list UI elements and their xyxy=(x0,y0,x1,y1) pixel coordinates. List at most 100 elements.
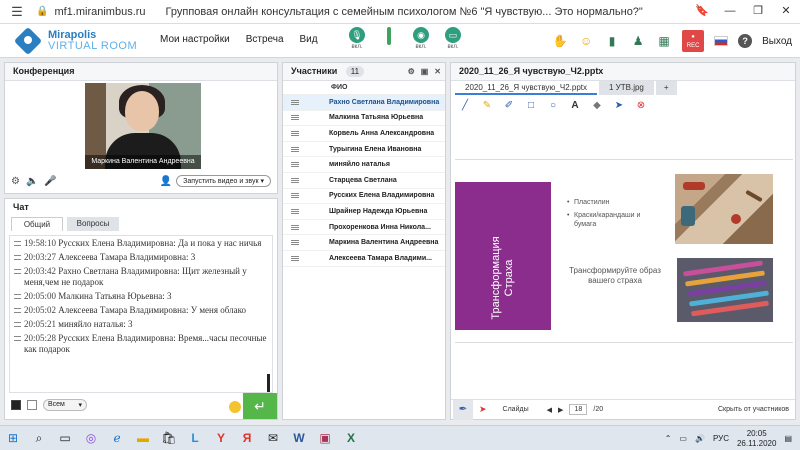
text-tool-icon[interactable]: A xyxy=(569,100,581,111)
page-input[interactable]: 18 xyxy=(569,404,588,415)
clear-icon[interactable]: ⊗ xyxy=(635,100,647,111)
popout-icon[interactable]: ▣ xyxy=(421,63,429,80)
highlighter-icon[interactable]: ✎ xyxy=(481,100,493,111)
yandex-icon[interactable]: Я xyxy=(234,426,260,450)
notifications-icon[interactable]: ▤ xyxy=(784,434,792,443)
cursor-icon[interactable]: ➤ xyxy=(479,404,487,415)
address-url[interactable]: mf1.miranimbus.ru xyxy=(54,6,145,18)
network-icon[interactable]: ▭ xyxy=(679,434,687,443)
eraser-icon[interactable]: ◆ xyxy=(591,100,603,111)
menu-item-settings[interactable]: Мои настройки xyxy=(160,34,230,45)
drag-handle-icon[interactable] xyxy=(291,162,299,168)
excel-icon[interactable]: X xyxy=(338,426,364,450)
background-color-icon[interactable] xyxy=(27,400,37,410)
participant-row[interactable]: Шрайнер Надежда Юрьевна xyxy=(283,204,445,220)
participant-row[interactable]: Старцева Светлана xyxy=(283,173,445,189)
chevron-up-icon[interactable]: ⌃ xyxy=(665,434,672,443)
emoji-picker-icon[interactable] xyxy=(229,401,241,413)
drag-handle-icon[interactable] xyxy=(291,130,299,136)
tab-questions[interactable]: Вопросы xyxy=(67,217,119,231)
screen-share-toggle[interactable]: ▭ вкл. xyxy=(442,27,464,50)
minimize-button[interactable]: — xyxy=(716,0,744,24)
search-icon[interactable]: ⌕ xyxy=(26,426,52,450)
exit-button[interactable]: Выход xyxy=(762,36,792,47)
tab-pptx[interactable]: 2020_11_26_Я чувствую_Ч2.pptx xyxy=(455,81,597,95)
drag-handle-icon[interactable] xyxy=(291,224,299,230)
volume-slider[interactable] xyxy=(387,27,391,45)
raise-hand-icon[interactable]: ✋ xyxy=(552,33,568,49)
ellipse-icon[interactable]: ○ xyxy=(547,100,559,111)
drag-handle-icon[interactable] xyxy=(291,255,299,261)
participant-row[interactable]: Турыгина Елена Ивановна xyxy=(283,142,445,158)
participant-row[interactable]: миняйло наталья xyxy=(283,157,445,173)
mail-icon[interactable]: ✉ xyxy=(260,426,286,450)
alice-icon[interactable]: ◎ xyxy=(78,426,104,450)
participants-icon[interactable]: ♟ xyxy=(630,33,646,49)
participant-row[interactable]: Корвель Анна Александровна xyxy=(283,126,445,142)
pen-icon[interactable]: ✐ xyxy=(503,100,515,111)
help-icon[interactable]: ? xyxy=(738,34,753,48)
participant-row[interactable]: Рахно Светлана Владимировна xyxy=(283,95,445,111)
pointer-icon[interactable]: ➤ xyxy=(613,100,625,111)
task-view-icon[interactable]: ▭ xyxy=(52,426,78,450)
drag-handle-icon[interactable] xyxy=(291,177,299,183)
participant-row[interactable]: Русских Елена Владимировна xyxy=(283,189,445,205)
close-icon[interactable]: ✕ xyxy=(434,63,441,80)
stats-icon[interactable]: ▮ xyxy=(604,33,620,49)
gear-icon[interactable]: ⚙ xyxy=(408,63,415,80)
language-indicator[interactable]: РУС xyxy=(713,434,729,443)
participant-row[interactable]: Алексеева Тамара Владими... xyxy=(283,251,445,267)
webcam-settings-icon[interactable]: ⚙ xyxy=(11,176,20,187)
edge-icon[interactable]: ℯ xyxy=(104,426,130,450)
drag-handle-icon[interactable] xyxy=(291,208,299,214)
drag-handle-icon[interactable] xyxy=(291,99,299,105)
camera-toggle[interactable]: ◉ вкл. xyxy=(410,27,432,50)
next-slide-icon[interactable]: ▶ xyxy=(558,406,563,414)
rectangle-icon[interactable]: □ xyxy=(525,100,537,111)
recipient-select[interactable]: Всем ▾ xyxy=(43,399,87,411)
prev-slide-icon[interactable]: ◀ xyxy=(547,406,552,414)
word-icon[interactable]: W xyxy=(286,426,312,450)
mic-settings-icon[interactable]: 🎤 xyxy=(44,176,56,187)
clock[interactable]: 20:05 26.11.2020 xyxy=(737,429,776,449)
bookmark-icon[interactable]: 🔖 xyxy=(688,0,716,24)
store-icon[interactable]: 🛍 xyxy=(156,426,182,450)
drag-handle-icon[interactable] xyxy=(291,193,299,199)
tab-jpg[interactable]: 1 УТВ.jpg xyxy=(599,81,654,95)
russian-flag-icon[interactable] xyxy=(714,36,729,46)
column-header-name[interactable]: ФИО xyxy=(283,81,445,95)
drag-handle-icon[interactable] xyxy=(291,146,299,152)
speaker-icon[interactable]: 🔈 xyxy=(26,176,38,187)
participant-row[interactable]: Прохоренкова Инна Никола... xyxy=(283,220,445,236)
tab-general[interactable]: Общий xyxy=(11,217,63,231)
windows-start-icon[interactable]: ⊞ xyxy=(0,426,26,450)
add-tab-button[interactable]: + xyxy=(655,81,677,95)
layout-icon[interactable]: ▦ xyxy=(656,33,672,49)
participant-row[interactable]: Малкина Татьяна Юрьевна xyxy=(283,111,445,127)
hide-from-participants-link[interactable]: Скрыть от участников xyxy=(718,406,789,413)
photo-icon[interactable]: ▣ xyxy=(312,426,338,450)
text-color-icon[interactable] xyxy=(11,400,21,410)
volume-icon[interactable]: 🔊 xyxy=(695,434,705,443)
chat-scrollbar[interactable] xyxy=(267,374,270,392)
maximize-button[interactable]: ❐ xyxy=(744,0,772,24)
send-button[interactable]: ↵ xyxy=(243,393,277,419)
microphone-level[interactable] xyxy=(378,27,400,50)
menu-item-view[interactable]: Вид xyxy=(300,34,318,45)
start-video-button[interactable]: Запустить видео и звук ▾ xyxy=(176,175,271,187)
annotation-pen-icon[interactable]: ✒ xyxy=(453,399,473,420)
drag-handle-icon[interactable] xyxy=(291,115,299,121)
participant-row[interactable]: Маркина Валентина Андреевна xyxy=(283,235,445,251)
close-button[interactable]: ✕ xyxy=(772,0,800,24)
drag-handle-icon[interactable] xyxy=(291,240,299,246)
yandex-browser-icon[interactable]: Y xyxy=(208,426,234,450)
menu-item-meeting[interactable]: Встреча xyxy=(246,34,284,45)
browser-menu-icon[interactable]: ☰ xyxy=(6,1,28,23)
microphone-toggle[interactable]: 🎙 вкл. xyxy=(346,27,368,50)
record-button[interactable]: ● REC xyxy=(682,30,705,52)
emoji-icon[interactable]: ☺ xyxy=(578,33,594,49)
slides-label[interactable]: Слайды xyxy=(503,406,529,413)
explorer-icon[interactable]: ▬ xyxy=(130,426,156,450)
line-tool-icon[interactable]: ╱ xyxy=(459,100,471,111)
app-l-icon[interactable]: L xyxy=(182,426,208,450)
